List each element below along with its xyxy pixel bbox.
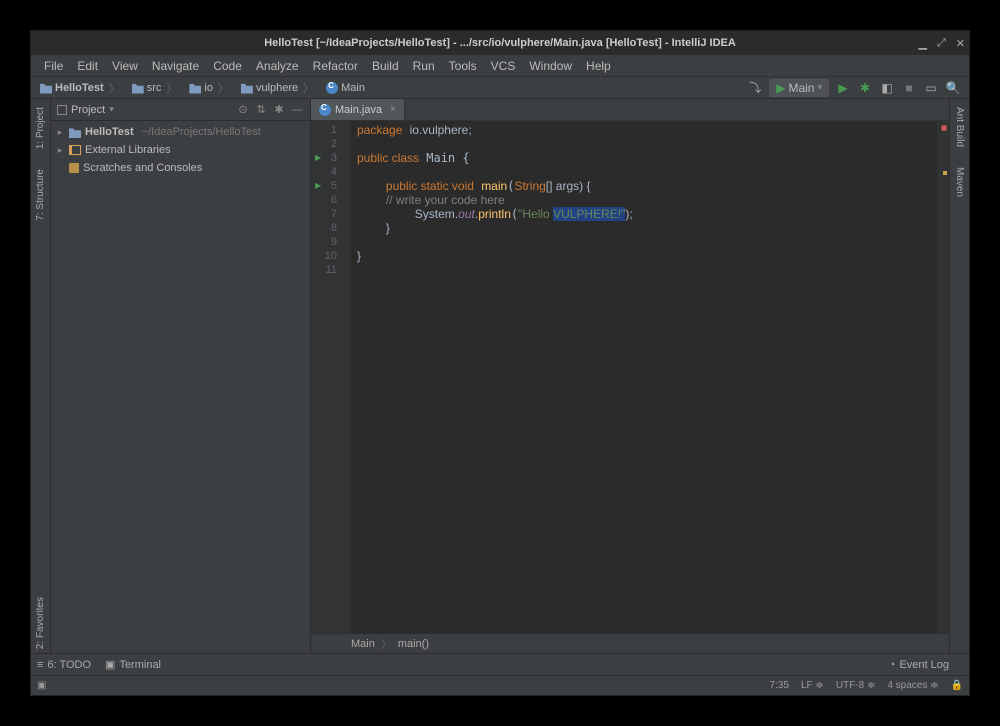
layout-button[interactable]: ▭ [923, 80, 939, 96]
class-icon [326, 82, 338, 94]
indent-config[interactable]: 4 spaces ≑ [887, 680, 938, 691]
tab-close-icon[interactable]: × [390, 104, 396, 115]
tool-structure[interactable]: 7: Structure [35, 165, 46, 225]
tool-ant[interactable]: Ant Build [954, 103, 965, 151]
locate-icon[interactable]: ⊙ [236, 103, 250, 117]
tool-todo[interactable]: ≡6: TODO [37, 659, 91, 671]
crumb-main[interactable]: Main [321, 81, 370, 95]
folder-icon [189, 82, 201, 94]
line-gutter[interactable]: 1234 5678 91011 [311, 121, 351, 633]
menu-edit[interactable]: Edit [70, 57, 105, 75]
menu-bar: File Edit View Navigate Code Analyze Ref… [31, 55, 969, 77]
menu-view[interactable]: View [105, 57, 145, 75]
expand-icon[interactable]: ⇅ [254, 103, 268, 117]
warning-marker-icon[interactable] [943, 171, 947, 175]
folder-icon [132, 82, 144, 94]
stop-button[interactable]: ■ [901, 80, 917, 96]
folder-icon [40, 82, 52, 94]
menu-file[interactable]: File [37, 57, 70, 75]
menu-help[interactable]: Help [579, 57, 618, 75]
tool-terminal[interactable]: ▣Terminal [105, 658, 161, 671]
main-body: 1: Project 7: Structure 2: Favorites Pro… [31, 99, 969, 653]
menu-vcs[interactable]: VCS [484, 57, 523, 75]
readonly-lock-icon[interactable]: 🔒 [951, 680, 963, 691]
tab-main-java[interactable]: Main.java × [311, 99, 405, 120]
build-icon[interactable]: ⤵ [747, 80, 763, 96]
tool-event-log[interactable]: ◔Event Log [889, 659, 949, 671]
debug-button[interactable]: ✱ [857, 80, 873, 96]
error-marker-icon[interactable] [941, 125, 947, 131]
window-title: HelloTest [~/IdeaProjects/HelloTest] - .… [264, 37, 736, 49]
editor-tabs: Main.java × [311, 99, 949, 121]
error-strip[interactable] [937, 121, 949, 633]
run-config-icon: ▶ [776, 81, 785, 95]
menu-code[interactable]: Code [206, 57, 249, 75]
menu-navigate[interactable]: Navigate [145, 57, 206, 75]
folder-icon [69, 126, 81, 138]
menu-run[interactable]: Run [406, 57, 442, 75]
left-tool-rail: 1: Project 7: Structure 2: Favorites [31, 99, 51, 653]
crumb-src[interactable]: src〉 [127, 79, 183, 97]
tool-project[interactable]: 1: Project [35, 103, 46, 153]
menu-build[interactable]: Build [365, 57, 406, 75]
bc-method[interactable]: main() [398, 638, 429, 650]
folder-icon [241, 82, 253, 94]
run-config-selector[interactable]: ▶Main▾ [769, 79, 829, 97]
tree-scratches[interactable]: Scratches and Consoles [51, 159, 310, 177]
crumb-io[interactable]: io〉 [184, 79, 234, 97]
gear-icon[interactable]: ✱ [272, 103, 286, 117]
bc-class[interactable]: Main [351, 638, 375, 650]
project-panel-header: Project ▾ ⊙ ⇅ ✱ — [51, 99, 310, 121]
ide-window: HelloTest [~/IdeaProjects/HelloTest] - .… [30, 30, 970, 696]
editor-area: Main.java × 1234 5678 91011 package io.v… [311, 99, 949, 653]
menu-tools[interactable]: Tools [442, 57, 484, 75]
close-icon[interactable]: ✕ [956, 37, 965, 50]
status-bar: ▣ 7:35 LF ≑ UTF-8 ≑ 4 spaces ≑ 🔒 [31, 675, 969, 695]
crumb-vulphere[interactable]: vulphere〉 [236, 79, 319, 97]
search-everywhere-icon[interactable]: 🔍 [945, 80, 961, 96]
class-icon [319, 104, 331, 116]
tool-maven[interactable]: Maven [954, 163, 965, 201]
tool-windows-icon[interactable]: ▣ [37, 680, 46, 691]
tool-favorites[interactable]: 2: Favorites [35, 593, 46, 653]
project-tree: ▸ HelloTest ~/IdeaProjects/HelloTest ▸ E… [51, 121, 310, 653]
caret-position[interactable]: 7:35 [770, 680, 789, 691]
line-separator[interactable]: LF ≑ [801, 680, 824, 691]
nav-toolbar: HelloTest〉 src〉 io〉 vulphere〉 Main ⤵ ▶Ma… [31, 77, 969, 99]
project-panel: Project ▾ ⊙ ⇅ ✱ — ▸ HelloTest ~/IdeaProj… [51, 99, 311, 653]
bottom-tool-bar: ≡6: TODO ▣Terminal ◔Event Log [31, 653, 969, 675]
menu-refactor[interactable]: Refactor [306, 57, 365, 75]
crumb-project[interactable]: HelloTest〉 [35, 79, 125, 97]
breadcrumb: HelloTest〉 src〉 io〉 vulphere〉 Main [35, 79, 747, 97]
right-tool-rail: Ant Build Maven [949, 99, 969, 653]
code-editor[interactable]: package io.vulphere; public class Main {… [351, 121, 937, 633]
maximize-icon[interactable]: ⤢ [937, 37, 946, 50]
tree-root[interactable]: ▸ HelloTest ~/IdeaProjects/HelloTest [51, 123, 310, 141]
hide-icon[interactable]: — [290, 103, 304, 117]
title-bar: HelloTest [~/IdeaProjects/HelloTest] - .… [31, 31, 969, 55]
menu-window[interactable]: Window [522, 57, 579, 75]
minimize-icon[interactable]: ▁ [919, 37, 927, 50]
editor-breadcrumb: Main 〉 main() [311, 633, 949, 653]
tree-external-libs[interactable]: ▸ External Libraries [51, 141, 310, 159]
scratch-icon [69, 163, 79, 173]
file-encoding[interactable]: UTF-8 ≑ [836, 680, 876, 691]
project-view-selector[interactable]: Project ▾ [57, 104, 232, 116]
run-button[interactable]: ▶ [835, 80, 851, 96]
library-icon [69, 145, 81, 155]
menu-analyze[interactable]: Analyze [249, 57, 306, 75]
coverage-button[interactable]: ◧ [879, 80, 895, 96]
